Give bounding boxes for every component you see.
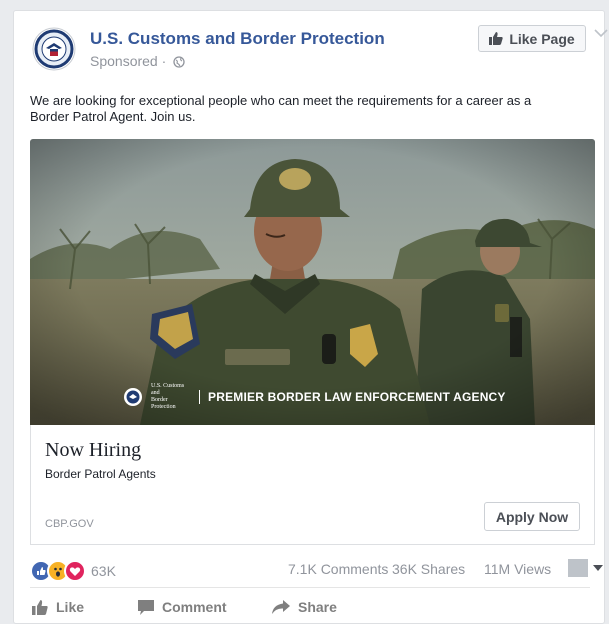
views-count: 11M Views	[484, 561, 552, 577]
engagement-stats: 63K 7.1K Comments 36K Shares 11M Views	[30, 558, 603, 582]
like-button[interactable]: Like	[32, 599, 84, 615]
link-card[interactable]: Now Hiring Border Patrol Agents CBP.GOV …	[30, 425, 595, 545]
page-name-link[interactable]: U.S. Customs and Border Protection	[90, 29, 385, 49]
share-icon	[272, 599, 290, 614]
apply-now-button[interactable]: Apply Now	[484, 502, 580, 531]
share-button[interactable]: Share	[272, 599, 337, 615]
banner-tagline: PREMIER BORDER LAW ENFORCEMENT AGENCY	[208, 390, 506, 404]
sponsored-post: U.S. Customs and Border Protection Spons…	[13, 10, 608, 624]
post-message: We are looking for exceptional people wh…	[30, 93, 532, 124]
thumbs-up-icon	[489, 32, 503, 45]
agency-seal-icon	[124, 388, 142, 406]
sponsored-meta: Sponsored ·	[90, 53, 185, 69]
ad-image[interactable]: U.S. Customs and Border Protection PREMI…	[30, 139, 595, 425]
thumbs-up-icon	[32, 599, 48, 615]
banner-divider	[199, 390, 200, 404]
like-page-button[interactable]: Like Page	[478, 25, 586, 52]
love-reaction-icon	[64, 560, 86, 582]
meta-separator: ·	[161, 53, 167, 69]
viewer-avatar[interactable]	[568, 559, 588, 577]
card-subtitle: Border Patrol Agents	[45, 467, 156, 481]
share-label: Share	[298, 599, 337, 615]
comments-count[interactable]: 7.1K Comments	[288, 561, 388, 577]
agency-seal-avatar[interactable]	[32, 27, 76, 71]
post-actions: Like Comment Share	[30, 595, 590, 619]
seal-text-line2: Border Protection	[151, 397, 176, 410]
seal-text-line1: U.S. Customs and	[151, 383, 185, 396]
reactions-summary[interactable]: 63K	[30, 560, 116, 582]
reaction-count: 63K	[91, 563, 116, 579]
actions-divider	[30, 587, 590, 588]
globe-icon	[173, 56, 185, 68]
image-banner: U.S. Customs and Border Protection PREMI…	[123, 383, 506, 411]
sponsored-label[interactable]: Sponsored	[90, 53, 158, 69]
card-title[interactable]: Now Hiring	[45, 439, 141, 462]
comment-button[interactable]: Comment	[138, 599, 227, 615]
comment-icon	[138, 599, 154, 615]
caret-down-icon[interactable]	[593, 565, 603, 571]
like-page-label: Like Page	[509, 30, 575, 47]
card-domain: CBP.GOV	[45, 518, 94, 530]
shares-count[interactable]: 36K Shares	[392, 561, 465, 577]
like-label: Like	[56, 599, 85, 615]
chevron-down-icon[interactable]	[594, 29, 608, 38]
post-header: U.S. Customs and Border Protection Spons…	[28, 25, 608, 75]
comment-label: Comment	[162, 599, 227, 615]
banner-logo-text: U.S. Customs and Border Protection	[151, 383, 191, 411]
